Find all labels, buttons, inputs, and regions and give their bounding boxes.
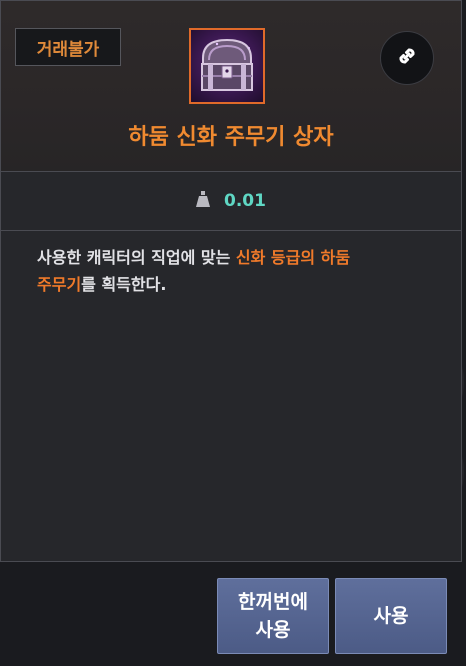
description-highlight: 주무기 [37,275,82,294]
description-text: 사용한 캐릭터의 직업에 맞는 [37,248,236,267]
weight-row: 0.01 [1,172,461,231]
item-description: 사용한 캐릭터의 직업에 맞는 신화 등급의 하둠주무기를 획득한다. [37,244,437,298]
treasure-chest-icon [189,28,265,104]
link-button[interactable] [380,31,434,85]
weight-icon [196,191,211,211]
item-title: 하둠 신화 주무기 상자 [128,125,334,150]
weight-value: 0.01 [224,191,266,211]
untradable-badge: 거래불가 [15,28,121,66]
link-icon [394,43,420,73]
bulk-use-label-line1: 한꺼번에 [238,591,308,613]
item-tooltip-panel: 거래불가 하둠 신화 주무기 상자 0.01 사용한 캐릭터의 직업에 맞는 신… [0,0,462,562]
bulk-use-button[interactable]: 한꺼번에 사용 [217,578,329,654]
bulk-use-label-line2: 사용 [255,619,291,641]
use-button-label: 사용 [373,605,409,627]
use-button[interactable]: 사용 [335,578,447,654]
description-highlight: 신화 등급의 하둠 [235,248,351,267]
description-text: 를 획득한다. [81,275,167,294]
